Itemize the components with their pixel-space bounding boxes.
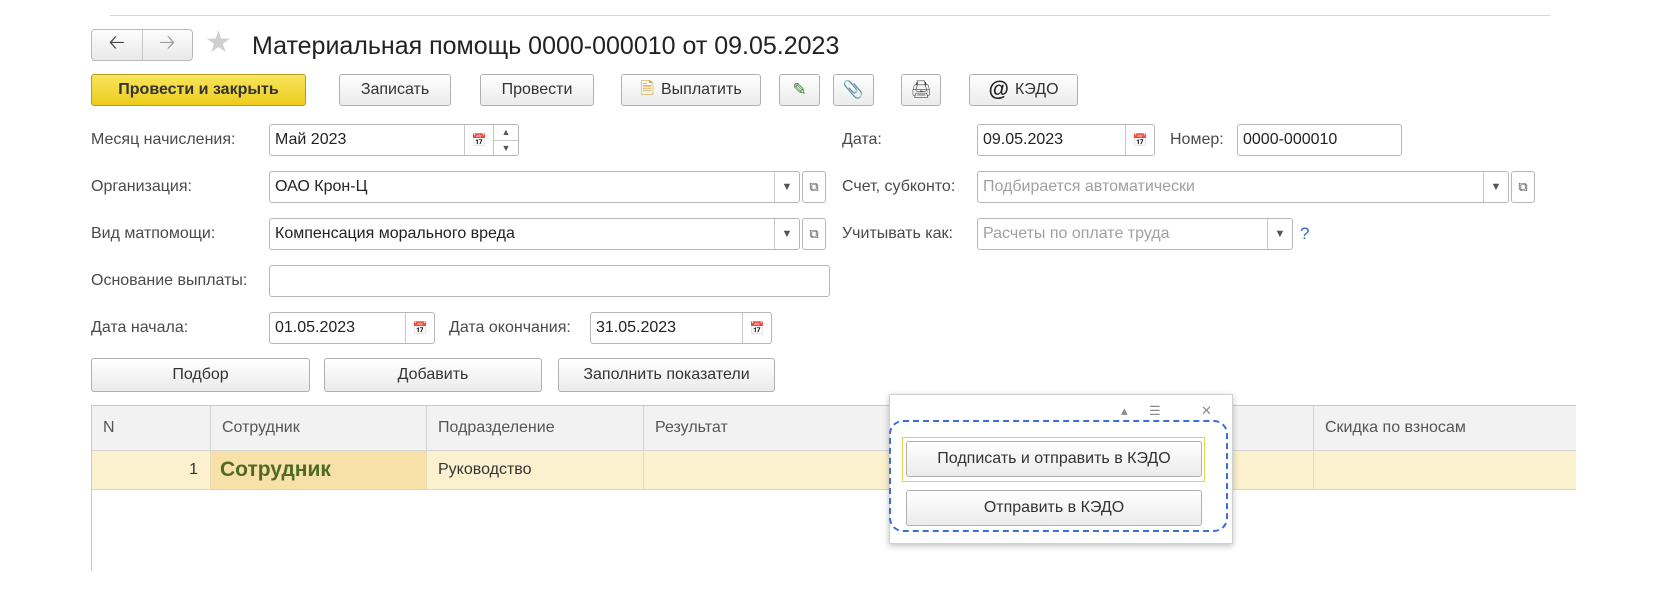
pay-button[interactable]: 🗎 Выплатить [621, 74, 761, 106]
nav-group: 🡠 🡢 [91, 29, 193, 61]
open-window-icon[interactable]: ⧉ [802, 171, 826, 203]
at-sign-icon: @ [988, 78, 1009, 101]
pen-sign-icon: ✎ [792, 80, 807, 99]
calendar-icon[interactable]: 📅 [405, 313, 434, 343]
table-row[interactable]: 1 Сотрудник Руководство [92, 451, 1576, 490]
kedo-button[interactable]: @ КЭДО [969, 74, 1078, 106]
spin-down-icon[interactable]: ▼ [494, 139, 518, 156]
document-pay-icon: 🗎 [640, 78, 654, 98]
consider-placeholder: Расчеты по оплате труда [983, 225, 1170, 242]
column-header-discount[interactable]: Скидка по взносам [1314, 406, 1576, 450]
add-button[interactable]: Добавить [324, 358, 542, 392]
reason-field[interactable] [269, 265, 830, 297]
consider-field[interactable]: Расчеты по оплате труда ▼ [977, 218, 1293, 250]
forward-button[interactable]: 🡢 [141, 30, 193, 60]
number-value: 0000-000010 [1243, 131, 1338, 148]
sign-button[interactable]: ✎ [779, 74, 820, 106]
pick-button[interactable]: Подбор [91, 358, 310, 392]
chevron-down-icon[interactable]: ▼ [774, 219, 799, 249]
calendar-icon[interactable]: 📅 [464, 125, 493, 155]
employees-table: N Сотрудник Подразделение Результат Скид… [91, 405, 1576, 571]
chevron-down-icon[interactable]: ▼ [774, 172, 799, 202]
month-value: Май 2023 [275, 131, 347, 148]
chevron-down-icon[interactable]: ▼ [1267, 219, 1292, 249]
save-button[interactable]: Записать [339, 74, 451, 106]
print-button[interactable]: 🖨 [901, 74, 941, 106]
close-icon[interactable]: ✕ [1201, 403, 1212, 419]
org-label: Организация: [91, 178, 192, 195]
org-value: ОАО Крон-Ц [275, 178, 368, 195]
arrow-left-icon: 🡠 [108, 32, 125, 54]
date-value: 09.05.2023 [983, 131, 1064, 148]
date-field[interactable]: 09.05.2023 📅 [977, 124, 1155, 156]
kedo-button-label: КЭДО [1014, 81, 1059, 98]
cell-employee[interactable]: Сотрудник [211, 451, 427, 489]
month-label: Месяц начисления: [91, 131, 236, 148]
start-date-field[interactable]: 01.05.2023 📅 [269, 312, 435, 344]
start-date-value: 01.05.2023 [275, 319, 356, 336]
aid-type-field[interactable]: Компенсация морального вреда ▼ [269, 218, 800, 250]
account-placeholder: Подбирается автоматически [983, 178, 1195, 195]
aid-type-value: Компенсация морального вреда [275, 225, 515, 242]
paperclip-icon: 📎 [842, 80, 865, 99]
help-link[interactable]: ? [1300, 224, 1309, 244]
column-header-n[interactable]: N [92, 406, 211, 450]
aid-type-label: Вид матпомощи: [91, 225, 216, 242]
end-date-value: 31.05.2023 [596, 319, 677, 336]
open-window-icon[interactable]: ⧉ [802, 218, 826, 250]
pin-icon[interactable]: ▴ [1121, 403, 1128, 419]
number-field[interactable]: 0000-000010 [1237, 124, 1402, 156]
start-date-label: Дата начала: [91, 319, 189, 336]
date-label: Дата: [842, 131, 882, 148]
calendar-icon[interactable]: 📅 [1125, 125, 1154, 155]
chevron-down-icon[interactable]: ▼ [1483, 172, 1508, 202]
top-divider [110, 15, 1550, 16]
fill-indicators-button[interactable]: Заполнить показатели [558, 358, 775, 392]
pay-button-label: Выплатить [661, 81, 742, 98]
consider-label: Учитывать как: [842, 225, 953, 242]
post-button[interactable]: Провести [480, 74, 594, 106]
open-window-icon[interactable]: ⧉ [1511, 171, 1535, 203]
page-title: Материальная помощь 0000-000010 от 09.05… [252, 32, 840, 60]
number-label: Номер: [1170, 131, 1224, 148]
menu-icon[interactable]: ☰ [1149, 403, 1161, 419]
org-field[interactable]: ОАО Крон-Ц ▼ [269, 171, 800, 203]
arrow-right-icon: 🡢 [159, 32, 176, 54]
account-label: Счет, субконто: [842, 178, 956, 195]
table-header: N Сотрудник Подразделение Результат Скид… [92, 406, 1576, 451]
cell-n[interactable]: 1 [92, 451, 211, 489]
end-date-label: Дата окончания: [449, 319, 571, 336]
cell-discount[interactable] [1314, 451, 1576, 489]
spin-up-icon[interactable]: ▲ [494, 125, 518, 140]
column-header-employee[interactable]: Сотрудник [211, 406, 427, 450]
account-field[interactable]: Подбирается автоматически ▼ [977, 171, 1509, 203]
cell-department[interactable]: Руководство [427, 451, 644, 489]
month-field[interactable]: Май 2023 📅 ▲ ▼ [269, 124, 519, 156]
reason-label: Основание выплаты: [91, 272, 248, 289]
dashed-highlight-outline [889, 420, 1228, 532]
column-header-department[interactable]: Подразделение [427, 406, 644, 450]
back-button[interactable]: 🡠 [92, 30, 142, 60]
attach-button[interactable]: 📎 [833, 74, 874, 106]
post-and-close-button[interactable]: Провести и закрыть [91, 74, 306, 106]
calendar-icon[interactable]: 📅 [742, 313, 771, 343]
end-date-field[interactable]: 31.05.2023 📅 [590, 312, 772, 344]
month-spinner[interactable]: ▲ ▼ [493, 125, 518, 155]
star-icon[interactable]: ★ [205, 26, 232, 60]
printer-icon: 🖨 [910, 80, 932, 99]
